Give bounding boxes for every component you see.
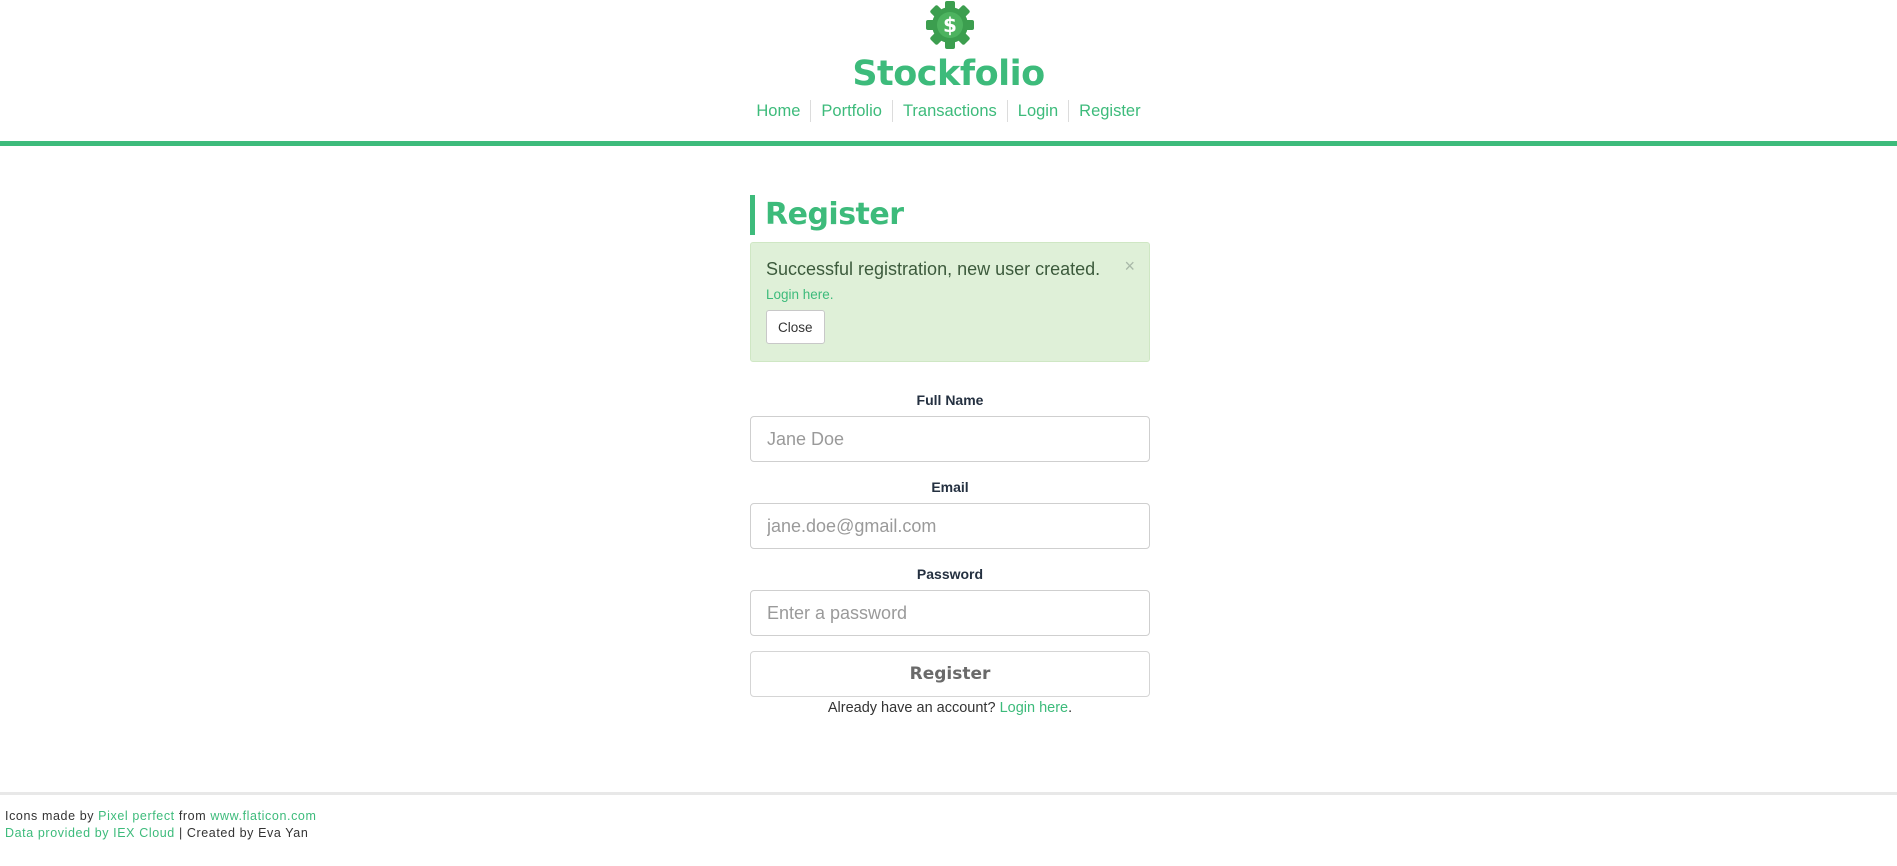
dollar-gear-icon[interactable]: $ xyxy=(924,0,976,52)
footer-from-text: from xyxy=(178,809,207,823)
password-label: Password xyxy=(916,566,984,582)
alert-message: Successful registration, new user create… xyxy=(766,259,1101,279)
full-name-input[interactable] xyxy=(750,416,1150,462)
footer-iex-link[interactable]: Data provided by IEX Cloud xyxy=(5,826,175,840)
submit-group: Register Already have an account? Login … xyxy=(750,651,1150,718)
brand-title[interactable]: Stockfolio xyxy=(0,52,1897,96)
password-group: Password xyxy=(750,565,1150,636)
full-name-group: Full Name xyxy=(750,391,1150,462)
logo-symbol: $ xyxy=(943,13,957,37)
main-nav: Home Portfolio Transactions Login Regist… xyxy=(0,100,1897,122)
success-alert: Successful registration, new user create… xyxy=(750,242,1150,362)
password-input[interactable] xyxy=(750,590,1150,636)
register-section: Register Successful registration, new us… xyxy=(750,195,1150,718)
alert-close-button[interactable]: Close xyxy=(766,310,825,344)
alert-login-link[interactable]: Login here. xyxy=(766,287,834,302)
nav-home[interactable]: Home xyxy=(746,100,810,122)
footer-author-link[interactable]: Pixel perfect xyxy=(98,809,175,823)
register-button[interactable]: Register xyxy=(750,651,1150,697)
site-header: $ Stockfolio Home Portfolio Transactions… xyxy=(0,0,1897,146)
login-prompt-text: Already have an account? xyxy=(827,700,996,716)
login-prompt-suffix: . xyxy=(1068,700,1073,716)
footer-data-line: Data provided by IEX Cloud | Created by … xyxy=(5,825,1892,842)
nav-login[interactable]: Login xyxy=(1006,100,1068,122)
footer-created-by: | Created by Eva Yan xyxy=(178,826,309,840)
close-icon[interactable]: × xyxy=(1124,256,1135,276)
footer-flaticon-link[interactable]: www.flaticon.com xyxy=(210,809,316,823)
footer-credits-line: Icons made by Pixel perfect from www.fla… xyxy=(5,808,1892,825)
email-group: Email xyxy=(750,478,1150,549)
nav-transactions[interactable]: Transactions xyxy=(891,100,1007,122)
full-name-label: Full Name xyxy=(916,392,984,408)
email-label: Email xyxy=(931,479,969,495)
footer-icons-prefix: Icons made by xyxy=(5,809,95,823)
login-prompt: Already have an account? Login here. xyxy=(750,698,1150,718)
site-footer: Icons made by Pixel perfect from www.fla… xyxy=(0,792,1897,866)
nav-portfolio[interactable]: Portfolio xyxy=(810,100,892,122)
email-input[interactable] xyxy=(750,503,1150,549)
login-prompt-link[interactable]: Login here xyxy=(1000,700,1069,716)
nav-register[interactable]: Register xyxy=(1068,100,1150,122)
page-title: Register xyxy=(750,195,1150,235)
